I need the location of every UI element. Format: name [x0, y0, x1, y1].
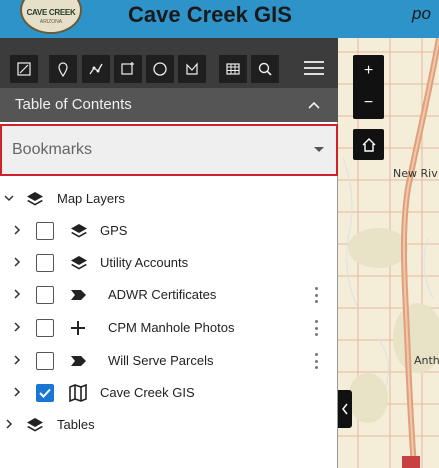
layer-row-tables: Tables — [0, 409, 338, 441]
layer-label[interactable]: Tables — [57, 417, 95, 432]
chevron-up-icon[interactable] — [308, 88, 320, 122]
polygon-symbol-icon — [71, 356, 86, 366]
logo-subtext: ARIZONA — [39, 19, 63, 25]
toc-title: Table of Contents — [15, 96, 132, 113]
zoom-in-button[interactable]: + — [353, 55, 384, 87]
town-logo[interactable]: CAVE CREEK ARIZONA — [20, 0, 82, 34]
chevron-right-icon[interactable] — [12, 387, 22, 397]
layer-checkbox[interactable] — [36, 222, 54, 240]
header-right-text: po — [412, 4, 431, 23]
layer-row-utility-accounts: Utility Accounts — [0, 247, 338, 279]
layer-row-map-layers: Map Layers — [0, 183, 338, 215]
app-title: Cave Creek GIS — [128, 2, 292, 27]
layers-icon — [71, 224, 87, 238]
layers-icon — [71, 256, 87, 270]
checkmark-icon — [39, 388, 51, 398]
layer-row-gps: GPS — [0, 215, 338, 247]
chevron-right-icon[interactable] — [12, 257, 22, 267]
layer-label[interactable]: Utility Accounts — [100, 255, 188, 270]
dropdown-arrow-icon — [314, 147, 324, 152]
table-icon — [226, 63, 240, 75]
cross-symbol-icon — [71, 321, 85, 335]
circle-tool-button[interactable] — [146, 55, 174, 83]
layer-row-will-serve-parcels: Will Serve Parcels — [0, 345, 338, 377]
layer-label[interactable]: Map Layers — [57, 191, 125, 206]
layer-options-menu-icon[interactable] — [313, 353, 319, 369]
marker-icon — [58, 62, 68, 77]
bookmarks-selected-value: Bookmarks — [12, 141, 93, 158]
measure-icon — [17, 62, 31, 76]
layer-label[interactable]: GPS — [100, 223, 127, 238]
layer-checkbox-checked[interactable] — [36, 384, 54, 402]
home-button[interactable] — [353, 129, 384, 160]
layer-checkbox[interactable] — [36, 352, 54, 370]
layer-row-cpm-manhole-photos: CPM Manhole Photos — [0, 312, 338, 344]
map-label-anthem: Anth — [414, 354, 439, 367]
layer-checkbox[interactable] — [36, 254, 54, 272]
polygon-icon — [186, 62, 198, 75]
collapse-panel-button[interactable] — [338, 390, 352, 428]
zoom-control: + − — [353, 55, 384, 119]
polyline-tool-button[interactable] — [82, 55, 110, 83]
hamburger-menu-icon[interactable] — [300, 54, 328, 82]
measure-tool-button[interactable] — [10, 55, 38, 83]
add-note-icon — [121, 62, 134, 75]
polygon-tool-button[interactable] — [178, 55, 206, 83]
chevron-right-icon[interactable] — [12, 289, 22, 299]
layer-checkbox[interactable] — [36, 319, 54, 337]
chevron-down-icon[interactable] — [4, 193, 14, 203]
layer-label[interactable]: ADWR Certificates — [108, 287, 216, 302]
toc-header[interactable]: Table of Contents — [0, 88, 338, 122]
search-icon — [258, 62, 272, 76]
layer-row-adwr-certificates: ADWR Certificates — [0, 279, 338, 311]
layer-row-cave-creek-gis: Cave Creek GIS — [0, 377, 338, 409]
add-note-tool-button[interactable] — [114, 55, 142, 83]
home-icon — [362, 137, 375, 152]
chevron-right-icon[interactable] — [12, 322, 22, 332]
layer-label[interactable]: Cave Creek GIS — [100, 385, 195, 400]
zoom-out-button[interactable]: − — [353, 87, 384, 119]
chevron-right-icon[interactable] — [4, 419, 14, 429]
layers-icon — [27, 418, 43, 432]
side-panel: Table of Contents Bookmarks Map Layers G… — [0, 38, 338, 468]
marker-tool-button[interactable] — [49, 55, 77, 83]
map-icon — [69, 384, 87, 402]
layer-options-menu-icon[interactable] — [313, 287, 319, 303]
search-tool-button[interactable] — [251, 55, 279, 83]
circle-icon — [153, 62, 167, 76]
polyline-icon — [89, 63, 103, 75]
tool-bar — [0, 38, 338, 88]
layer-checkbox[interactable] — [36, 286, 54, 304]
logo-text: CAVE CREEK — [26, 8, 76, 17]
layer-label[interactable]: Will Serve Parcels — [108, 353, 213, 368]
bookmarks-dropdown[interactable]: Bookmarks — [0, 124, 338, 176]
chevron-right-icon[interactable] — [12, 225, 22, 235]
chevron-right-icon[interactable] — [12, 355, 22, 365]
app-header: CAVE CREEK ARIZONA Cave Creek GIS po — [0, 0, 439, 38]
table-tool-button[interactable] — [219, 55, 247, 83]
map-label-new-river: New Riv — [393, 167, 438, 180]
layers-icon — [27, 192, 43, 206]
layer-options-menu-icon[interactable] — [313, 320, 319, 336]
chevron-left-icon — [342, 403, 348, 415]
layer-label[interactable]: CPM Manhole Photos — [108, 320, 234, 335]
polygon-symbol-icon — [71, 290, 86, 300]
